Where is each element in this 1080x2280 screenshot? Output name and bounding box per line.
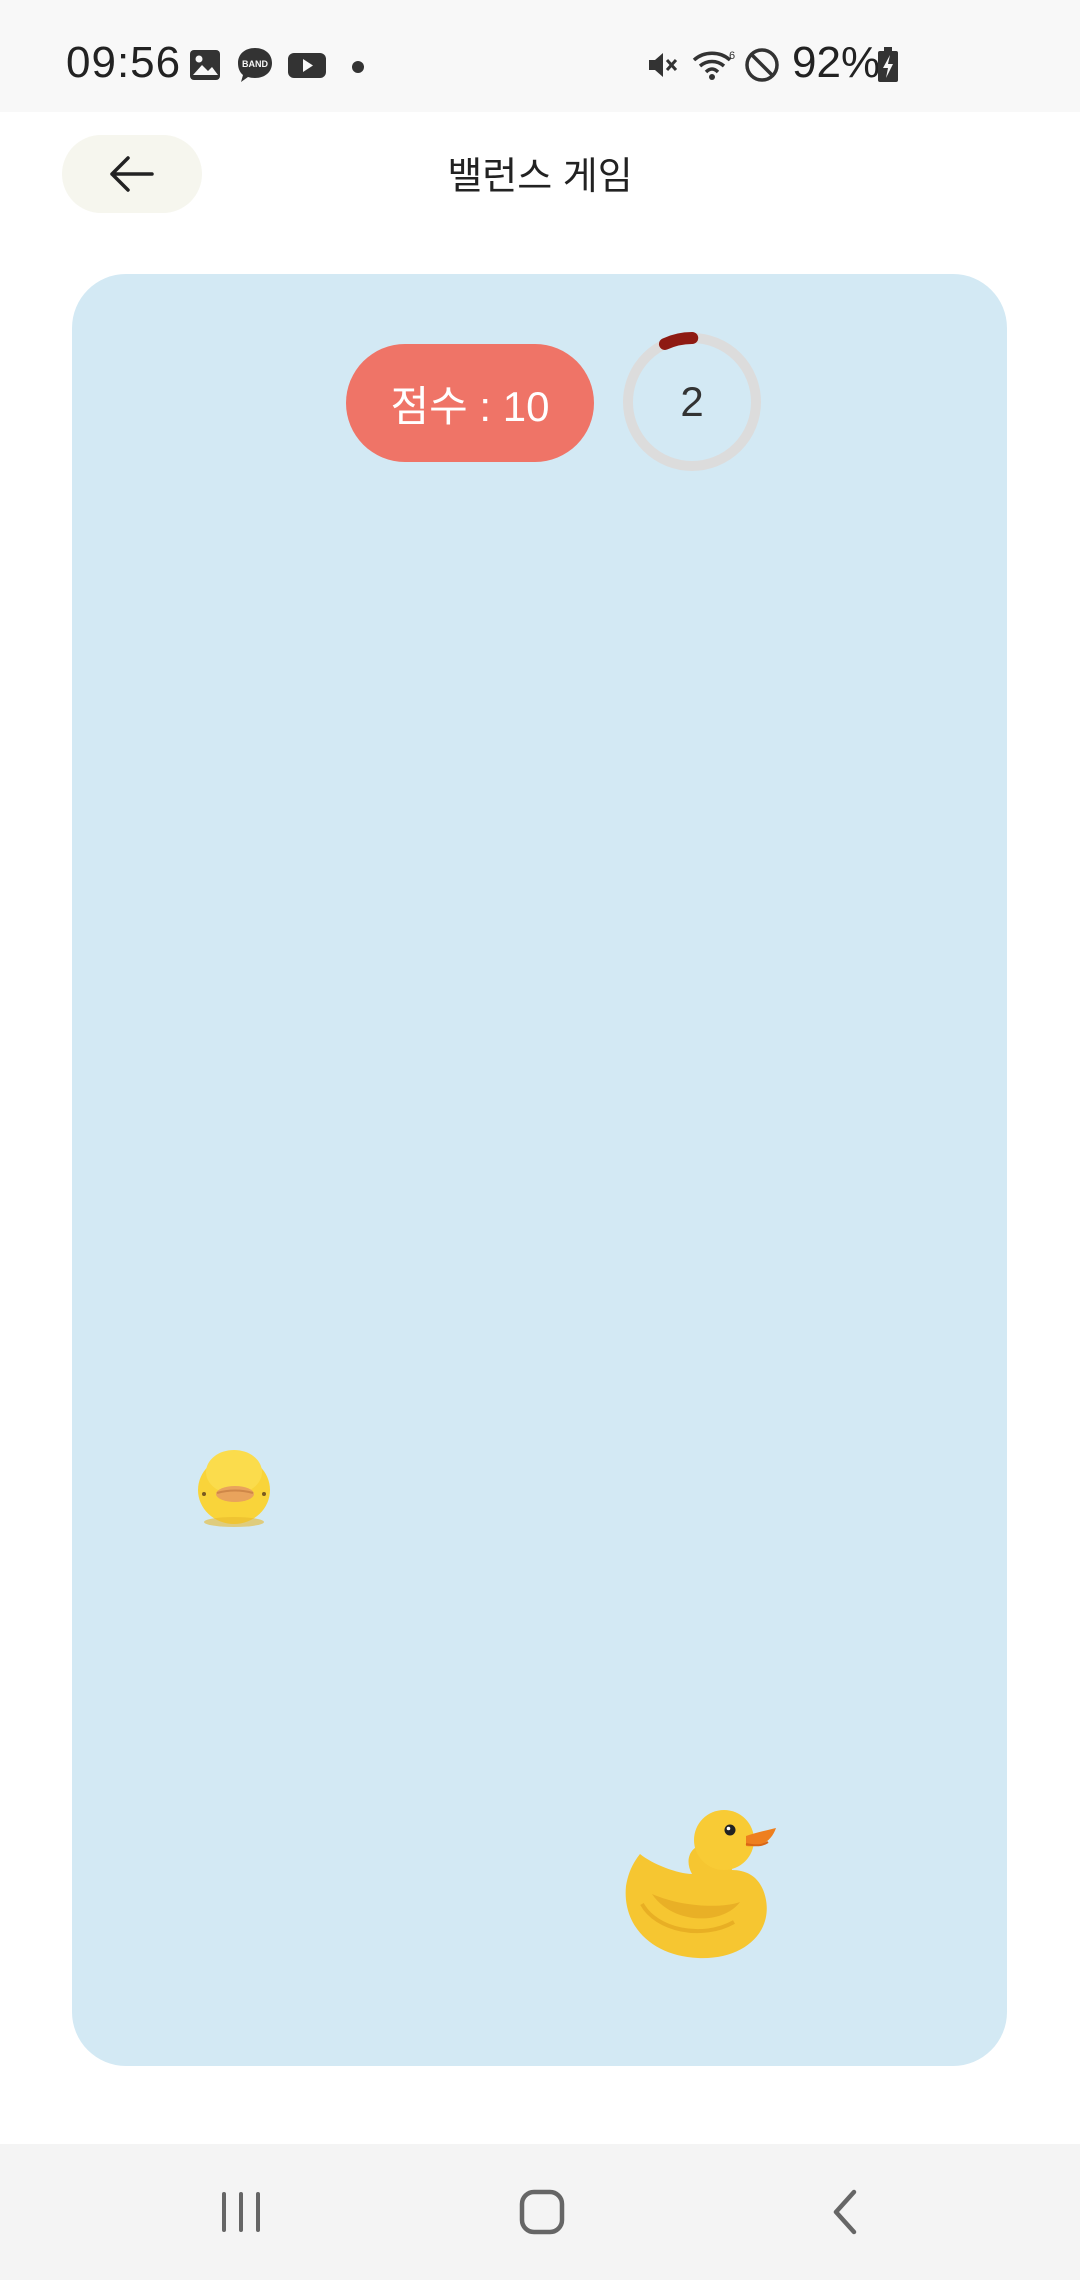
band-icon: BAND bbox=[238, 48, 272, 82]
youtube-icon bbox=[288, 53, 326, 78]
battery-charging-icon bbox=[878, 47, 898, 82]
status-bar: 09:56 BAND 6 92% bbox=[0, 0, 1080, 112]
gallery-icon bbox=[190, 50, 220, 80]
mute-icon bbox=[649, 53, 678, 77]
page-title: 밸런스 게임 bbox=[447, 156, 633, 198]
status-time: 09:56 bbox=[66, 38, 182, 87]
do-not-disturb-icon bbox=[745, 48, 779, 82]
band-label: BAND bbox=[242, 59, 268, 69]
chick-icon[interactable] bbox=[192, 1444, 276, 1528]
battery-percent: 92% bbox=[792, 38, 881, 87]
more-notifications-dot bbox=[352, 61, 364, 73]
wifi-icon: 6 bbox=[692, 50, 735, 80]
game-area[interactable]: 점수 : 10 2 bbox=[72, 274, 1007, 2066]
nav-back-icon[interactable] bbox=[806, 2180, 886, 2244]
timer-value: 2 bbox=[680, 378, 704, 425]
home-icon[interactable] bbox=[502, 2180, 582, 2244]
svg-text:6: 6 bbox=[729, 50, 735, 62]
countdown-timer: 2 bbox=[620, 330, 764, 474]
recent-apps-icon[interactable] bbox=[201, 2180, 281, 2244]
score-badge: 점수 : 10 bbox=[346, 344, 594, 462]
rubber-duck-icon[interactable] bbox=[612, 1804, 782, 1964]
